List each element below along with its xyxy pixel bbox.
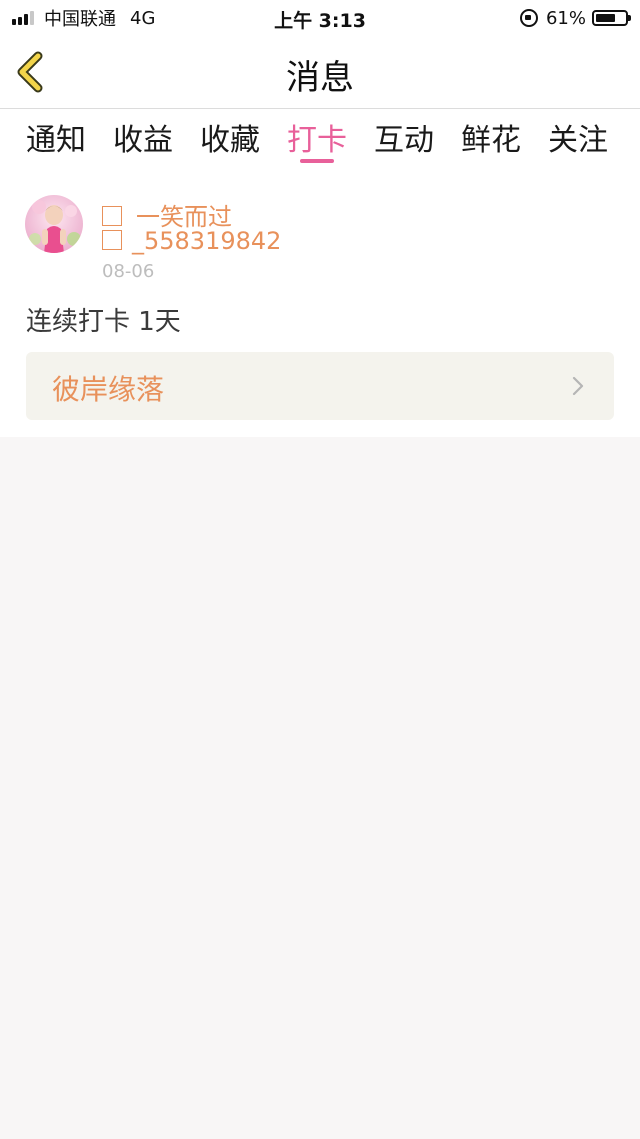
user-name-line-2[interactable]: _558319842 <box>102 227 281 255</box>
tab-label: 鲜花 <box>461 123 521 158</box>
missing-glyph-icon <box>102 230 122 250</box>
tab-flowers[interactable]: 鲜花 <box>461 115 521 163</box>
status-bar: 中国联通 4G 上午 3:13 61% <box>0 0 640 36</box>
tab-label: 打卡 <box>287 123 347 158</box>
message-card: 一笑而过 _558319842 08-06 连续打卡 1天 彼岸缘落 <box>0 171 640 437</box>
battery-percent: 61% <box>545 7 586 29</box>
checkin-text: 连续打卡 1天 <box>26 307 181 337</box>
tab-label: 收益 <box>113 123 173 158</box>
tab-label: 收藏 <box>200 123 260 158</box>
battery-icon <box>592 10 631 26</box>
active-tab-indicator <box>300 159 334 163</box>
tab-label: 通知 <box>26 123 86 158</box>
avatar-image <box>25 195 83 253</box>
page-title: 消息 <box>286 58 354 98</box>
chevron-right-icon <box>572 376 584 396</box>
tab-interaction[interactable]: 互动 <box>374 115 434 163</box>
status-right: 61% <box>519 6 631 30</box>
missing-glyph-icon <box>102 206 122 226</box>
tab-checkin[interactable]: 打卡 <box>287 115 347 163</box>
tab-favorites[interactable]: 收藏 <box>200 115 260 163</box>
avatar[interactable] <box>25 195 83 253</box>
tab-bar: 通知 收益 收藏 打卡 互动 鲜花 关注 <box>0 109 640 171</box>
group-name: 彼岸缘落 <box>52 373 165 406</box>
tab-earnings[interactable]: 收益 <box>113 115 173 163</box>
group-link[interactable]: 彼岸缘落 <box>26 352 614 420</box>
tab-label: 关注 <box>548 123 608 158</box>
user-id-text: _558319842 <box>132 227 282 255</box>
tab-following[interactable]: 关注 <box>548 115 608 163</box>
rotation-lock-icon <box>519 9 538 27</box>
message-date: 08-06 <box>102 261 155 282</box>
tab-notice[interactable]: 通知 <box>26 115 86 163</box>
tab-label: 互动 <box>374 123 434 158</box>
nav-bar: 消息 <box>0 36 640 109</box>
